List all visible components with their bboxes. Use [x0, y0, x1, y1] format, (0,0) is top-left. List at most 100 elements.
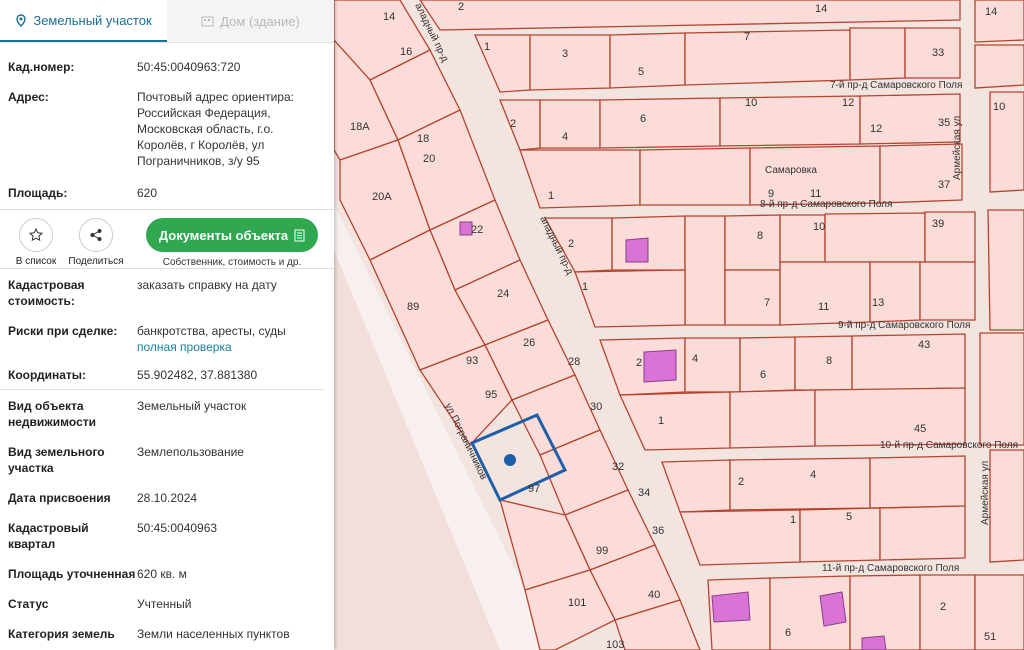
- field-risks: Риски при сделке: банкротства, аресты, с…: [0, 323, 334, 355]
- lot-number: 1: [790, 514, 796, 526]
- add-to-list-button[interactable]: В список: [6, 218, 66, 267]
- lot-number: 33: [932, 47, 944, 59]
- plot: [919, 261, 976, 321]
- field-refined-area: Площадь уточненная 620 кв. м: [8, 567, 187, 581]
- lot-number: 6: [785, 627, 791, 639]
- street-label: Армейская ул: [952, 116, 963, 180]
- lot-number: 2: [636, 357, 642, 369]
- lot-number: 51: [984, 631, 996, 643]
- lot-number: 22: [471, 224, 483, 236]
- lot-number: 1: [658, 415, 664, 427]
- street-label: 11-й пр-д Самаровского Поля: [822, 563, 959, 574]
- field-cad-number: Кад.номер: 50:45:0040963:720: [0, 59, 334, 75]
- field-coordinates: Координаты: 55.902482, 37.881380: [8, 368, 258, 382]
- lot-number: 97: [528, 483, 540, 495]
- plot: [799, 507, 881, 563]
- plot: [851, 333, 966, 391]
- lot-number: 7: [764, 297, 770, 309]
- lot-number: 10: [993, 101, 1005, 113]
- lot-number: 26: [523, 337, 535, 349]
- lot-number: 16: [400, 46, 412, 58]
- plot: [684, 337, 741, 393]
- plot: [974, 44, 1024, 89]
- lot-number: 28: [568, 356, 580, 368]
- field-status: Статус Учтенный: [8, 597, 192, 611]
- document-icon: [294, 229, 305, 241]
- street-label: 8-й пр-д Самаровского Поля: [760, 199, 892, 210]
- share-button[interactable]: Поделиться: [66, 218, 126, 267]
- lot-number: 99: [596, 545, 608, 557]
- building: [625, 237, 649, 263]
- plot: [679, 509, 801, 566]
- field-object-type: Вид объекта недвижимости Земельный участ…: [8, 399, 247, 429]
- lot-number: 20: [423, 153, 435, 165]
- lot-number: 7: [744, 31, 750, 43]
- building: [643, 349, 677, 383]
- plot: [974, 0, 1024, 43]
- plot: [724, 214, 781, 271]
- plot: [609, 32, 686, 89]
- lot-number: 14: [985, 6, 997, 18]
- field-cadastral-cost: Кадастровая стоимость: заказать справку …: [0, 277, 334, 309]
- lot-number: 14: [815, 3, 827, 15]
- lot-number: 5: [638, 66, 644, 78]
- lot-number: 20А: [372, 191, 392, 203]
- lot-number: 3: [562, 48, 568, 60]
- tab-label: Земельный участок: [33, 12, 152, 28]
- lot-number: 8: [826, 355, 832, 367]
- plot: [879, 505, 966, 561]
- lot-number: 2: [458, 1, 464, 13]
- area-label: Самаровка: [765, 165, 817, 176]
- divider: [0, 389, 324, 390]
- plot: [824, 212, 926, 263]
- building-icon: [201, 16, 214, 27]
- tab-house[interactable]: Дом (здание): [167, 0, 334, 42]
- lot-number: 101: [568, 597, 586, 609]
- lot-number: 34: [638, 487, 650, 499]
- lot-number: 1: [582, 281, 588, 293]
- plot: [919, 574, 976, 650]
- lot-number: 45: [914, 423, 926, 435]
- lot-number: 4: [562, 131, 568, 143]
- street-label: 7-й пр-д Самаровского Поля: [830, 80, 962, 91]
- tab-label: Дом (здание): [220, 13, 300, 29]
- lot-number: 9: [768, 188, 774, 200]
- plot: [849, 27, 906, 81]
- plot: [779, 261, 871, 326]
- documents-button[interactable]: Документы объекта: [146, 218, 318, 252]
- order-certificate-link[interactable]: заказать справку на дату: [137, 277, 326, 309]
- tab-land-plot[interactable]: Земельный участок: [0, 0, 167, 42]
- lot-number: 12: [870, 123, 882, 135]
- plot: [539, 99, 601, 149]
- documents-subtitle: Собственник, стоимость и др.: [162, 257, 302, 268]
- lot-number: 10: [745, 97, 757, 109]
- lot-number: 1: [484, 41, 490, 53]
- full-check-link[interactable]: полная проверка: [137, 339, 326, 355]
- plot: [987, 209, 1024, 331]
- plot: [639, 147, 751, 206]
- plot: [599, 97, 721, 149]
- plot: [814, 387, 966, 447]
- plot: [529, 34, 611, 91]
- lot-number: 103: [606, 639, 624, 650]
- field-land-category: Категория земель Земли населенных пункто…: [8, 627, 290, 641]
- plot: [869, 455, 966, 509]
- lot-number: 14: [383, 11, 395, 23]
- plot: [729, 457, 871, 511]
- building: [711, 591, 751, 623]
- lot-number: 5: [846, 511, 852, 523]
- street-label: Армейская ул: [980, 461, 991, 525]
- info-panel: Земельный участок Дом (здание) Кад.номер…: [0, 0, 334, 650]
- lot-number: 6: [760, 369, 766, 381]
- plot: [724, 269, 781, 326]
- lot-number: 40: [648, 589, 660, 601]
- lot-number: 36: [652, 525, 664, 537]
- plot: [684, 29, 851, 86]
- lot-number: 11: [818, 301, 829, 313]
- plot: [684, 215, 726, 326]
- plot: [879, 143, 963, 204]
- lot-number: 37: [938, 179, 950, 191]
- lot-number: 24: [497, 288, 509, 300]
- plot: [574, 269, 686, 328]
- cad-number-link[interactable]: 50:45:0040963:720: [137, 59, 326, 75]
